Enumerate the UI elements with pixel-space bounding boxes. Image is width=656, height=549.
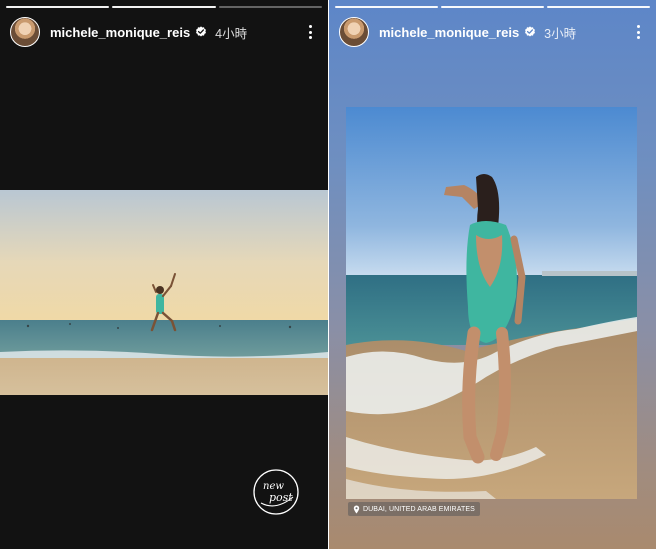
svg-text:post: post <box>269 491 293 504</box>
story-header: michele_monique_reis 4小時 <box>10 17 318 47</box>
avatar[interactable] <box>10 17 40 47</box>
story-header: michele_monique_reis 3小時 <box>339 17 646 47</box>
post-time: 4小時 <box>215 26 248 41</box>
story-photo <box>346 107 637 499</box>
new-post-sticker[interactable]: new post <box>251 467 301 517</box>
verified-badge-icon <box>525 26 536 37</box>
location-label: DUBAI, UNITED ARAB EMIRATES <box>363 505 475 513</box>
more-options-icon[interactable] <box>302 22 318 42</box>
location-tag[interactable]: DUBAI, UNITED ARAB EMIRATES <box>348 502 480 516</box>
story-photo <box>0 190 328 395</box>
story-progress-bar <box>6 6 322 8</box>
verified-badge-icon <box>196 26 207 37</box>
story-right[interactable]: michele_monique_reis 3小時 DUBAI, UNITED A… <box>329 0 656 549</box>
username[interactable]: michele_monique_reis <box>50 25 190 40</box>
progress-segment <box>6 6 110 8</box>
progress-segment <box>335 6 438 8</box>
progress-segment <box>112 6 216 8</box>
story-progress-bar <box>335 6 650 8</box>
story-left[interactable]: michele_monique_reis 4小時 new post <box>0 0 328 549</box>
more-options-icon[interactable] <box>630 22 646 42</box>
location-pin-icon <box>353 505 360 513</box>
progress-segment <box>218 6 322 8</box>
progress-segment <box>441 6 544 8</box>
avatar[interactable] <box>339 17 369 47</box>
username[interactable]: michele_monique_reis <box>379 25 519 40</box>
post-time: 3小時 <box>544 26 577 41</box>
progress-segment <box>547 6 650 8</box>
